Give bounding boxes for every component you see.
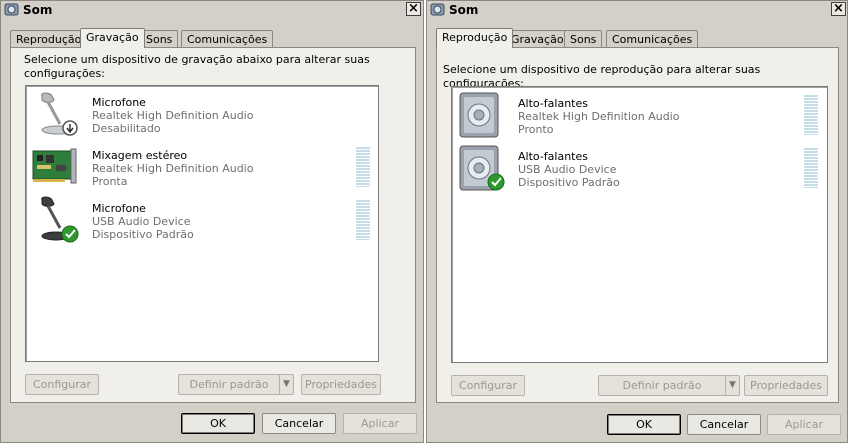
list-item[interactable]: Mixagem estéreo Realtek High Definition … <box>28 141 376 193</box>
set-default-button[interactable]: Definir padrão <box>598 375 726 396</box>
close-button[interactable]: × <box>406 2 421 16</box>
tab-recording[interactable]: Gravação <box>505 30 570 47</box>
tab-communications[interactable]: Comunicações <box>181 30 274 47</box>
list-item[interactable]: Microfone USB Audio Device Dispositivo P… <box>28 194 376 246</box>
title-bar[interactable]: Som × <box>1 1 423 20</box>
device-name: Microfone <box>92 96 146 109</box>
tab-sounds[interactable]: Sons <box>140 30 179 47</box>
device-name: Microfone <box>92 202 146 215</box>
window-title: Som <box>23 3 53 17</box>
speaker-icon <box>459 92 499 138</box>
properties-button[interactable]: Propriedades <box>744 375 828 396</box>
configure-button[interactable]: Configurar <box>451 375 525 396</box>
tab-recording[interactable]: Gravação <box>80 28 145 48</box>
device-status: Pronta <box>92 175 128 188</box>
sound-dialog-recording: Som × Reprodução Gravação Sons Comunicaç… <box>0 0 424 443</box>
cancel-button[interactable]: Cancelar <box>262 413 336 434</box>
speaker-default-icon <box>459 145 505 191</box>
device-list[interactable]: Microfone Realtek High Definition Audio … <box>25 85 379 362</box>
device-status: Pronto <box>518 123 554 136</box>
device-status: Dispositivo Padrão <box>92 228 194 241</box>
close-button[interactable]: × <box>831 2 846 16</box>
configure-button[interactable]: Configurar <box>25 374 99 395</box>
speaker-app-icon <box>4 3 19 16</box>
device-driver: Realtek High Definition Audio <box>92 109 254 122</box>
device-name: Mixagem estéreo <box>92 149 188 162</box>
device-driver: USB Audio Device <box>518 163 617 176</box>
level-meter <box>804 95 818 135</box>
device-driver: USB Audio Device <box>92 215 191 228</box>
device-driver: Realtek High Definition Audio <box>518 110 680 123</box>
device-name: Alto-falantes <box>518 150 588 163</box>
list-item[interactable]: Alto-falantes USB Audio Device Dispositi… <box>454 142 825 194</box>
window-title: Som <box>449 3 479 17</box>
description-text: Selecione um dispositivo de gravação aba… <box>24 53 370 80</box>
level-meter <box>804 148 818 188</box>
level-meter <box>356 147 370 187</box>
apply-button[interactable]: Aplicar <box>767 414 841 435</box>
tab-panel: Selecione um dispositivo de gravação aba… <box>10 47 416 403</box>
list-item[interactable]: Alto-falantes Realtek High Definition Au… <box>454 89 825 141</box>
device-list[interactable]: Alto-falantes Realtek High Definition Au… <box>451 86 828 363</box>
level-meter <box>356 200 370 240</box>
apply-button[interactable]: Aplicar <box>343 413 417 434</box>
speaker-app-icon <box>430 3 445 16</box>
device-status: Desabilitado <box>92 122 161 135</box>
sound-card-icon <box>32 148 77 184</box>
microphone-default-icon <box>41 196 79 243</box>
microphone-disabled-icon <box>41 92 78 136</box>
properties-button[interactable]: Propriedades <box>301 374 381 395</box>
cancel-button[interactable]: Cancelar <box>687 414 761 435</box>
sound-dialog-playback: Som × Reprodução Gravação Sons Comunicaç… <box>426 0 848 443</box>
device-driver: Realtek High Definition Audio <box>92 162 254 175</box>
tab-playback[interactable]: Reprodução <box>10 30 88 47</box>
ok-button[interactable]: OK <box>607 414 681 435</box>
chevron-down-icon[interactable]: ▼ <box>279 374 294 395</box>
device-name: Alto-falantes <box>518 97 588 110</box>
tab-panel: Selecione um dispositivo de reprodução p… <box>436 47 839 403</box>
chevron-down-icon[interactable]: ▼ <box>725 375 740 396</box>
tab-playback[interactable]: Reprodução <box>436 28 514 48</box>
set-default-button[interactable]: Definir padrão <box>178 374 280 395</box>
tab-sounds[interactable]: Sons <box>564 30 603 47</box>
tab-communications[interactable]: Comunicações <box>606 30 699 47</box>
list-item[interactable]: Microfone Realtek High Definition Audio … <box>28 88 376 140</box>
ok-button[interactable]: OK <box>181 413 255 434</box>
device-status: Dispositivo Padrão <box>518 176 620 189</box>
title-bar[interactable]: Som × <box>427 1 847 20</box>
